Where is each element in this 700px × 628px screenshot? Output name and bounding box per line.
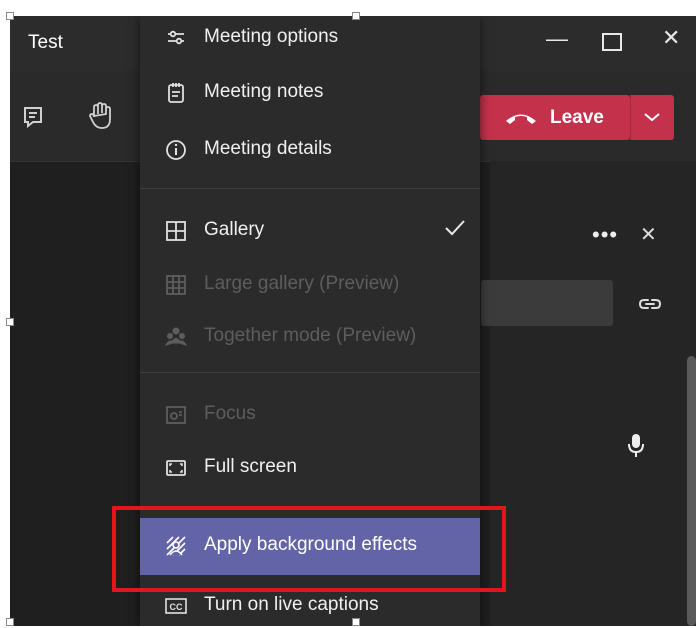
raise-hand-icon[interactable] bbox=[88, 101, 114, 136]
menu-item-meeting-options[interactable]: Meeting options bbox=[140, 16, 480, 66]
menu-item-focus[interactable]: Focus bbox=[140, 390, 480, 440]
maximize-icon[interactable] bbox=[602, 33, 622, 51]
options-icon bbox=[164, 26, 188, 50]
menu-item-full-screen[interactable]: Full screen bbox=[140, 443, 480, 493]
notes-icon bbox=[164, 81, 188, 105]
checkmark-icon bbox=[444, 218, 466, 243]
mic-icon[interactable] bbox=[626, 432, 646, 465]
menu-item-label: Meeting details bbox=[204, 138, 332, 159]
focus-icon bbox=[164, 403, 188, 427]
menu-divider bbox=[140, 188, 480, 189]
resize-handle[interactable] bbox=[352, 12, 360, 20]
fullscreen-icon bbox=[164, 456, 188, 480]
more-icon[interactable]: ••• bbox=[592, 222, 618, 248]
menu-item-gallery[interactable]: Gallery bbox=[140, 206, 480, 256]
menu-item-label: Large gallery (Preview) bbox=[204, 273, 400, 294]
menu-item-label: Gallery bbox=[204, 219, 265, 240]
hang-up-icon bbox=[504, 110, 538, 131]
menu-divider bbox=[140, 372, 480, 373]
together-mode-icon bbox=[164, 325, 188, 349]
menu-item-label: Focus bbox=[204, 403, 256, 424]
window-title: Test bbox=[28, 32, 63, 53]
menu-item-meeting-details[interactable]: Meeting details bbox=[140, 125, 480, 175]
menu-item-label: Together mode (Preview) bbox=[204, 325, 417, 346]
leave-label: Leave bbox=[550, 107, 604, 128]
menu-item-together-mode[interactable]: Together mode (Preview) bbox=[140, 312, 480, 362]
menu-item-label: Full screen bbox=[204, 456, 297, 477]
annotation-highlight-box bbox=[112, 506, 506, 592]
menu-item-label: Turn on live captions bbox=[204, 594, 379, 615]
meeting-link-field[interactable] bbox=[481, 280, 613, 326]
panel-close-icon[interactable]: ✕ bbox=[640, 222, 657, 247]
chevron-down-icon bbox=[643, 110, 661, 128]
chat-icon[interactable] bbox=[22, 105, 44, 134]
resize-handle[interactable] bbox=[6, 618, 14, 626]
menu-item-label: Meeting options bbox=[204, 26, 339, 47]
resize-handle[interactable] bbox=[6, 318, 14, 326]
menu-item-large-gallery[interactable]: Large gallery (Preview) bbox=[140, 260, 480, 310]
leave-button[interactable]: Leave bbox=[480, 95, 630, 140]
leave-options-button[interactable] bbox=[630, 95, 674, 140]
gallery-icon bbox=[164, 219, 188, 243]
scrollbar[interactable] bbox=[687, 356, 696, 626]
link-icon[interactable] bbox=[638, 294, 662, 319]
svg-text:CC: CC bbox=[170, 602, 183, 612]
large-gallery-icon bbox=[164, 273, 188, 297]
menu-item-meeting-notes[interactable]: Meeting notes bbox=[140, 68, 480, 118]
close-icon[interactable]: ✕ bbox=[662, 25, 680, 51]
resize-handle[interactable] bbox=[352, 618, 360, 626]
info-icon bbox=[164, 138, 188, 162]
resize-handle[interactable] bbox=[6, 12, 14, 20]
minimize-icon[interactable]: — bbox=[546, 26, 568, 52]
captions-icon: CC bbox=[164, 594, 188, 618]
menu-item-label: Meeting notes bbox=[204, 81, 324, 102]
